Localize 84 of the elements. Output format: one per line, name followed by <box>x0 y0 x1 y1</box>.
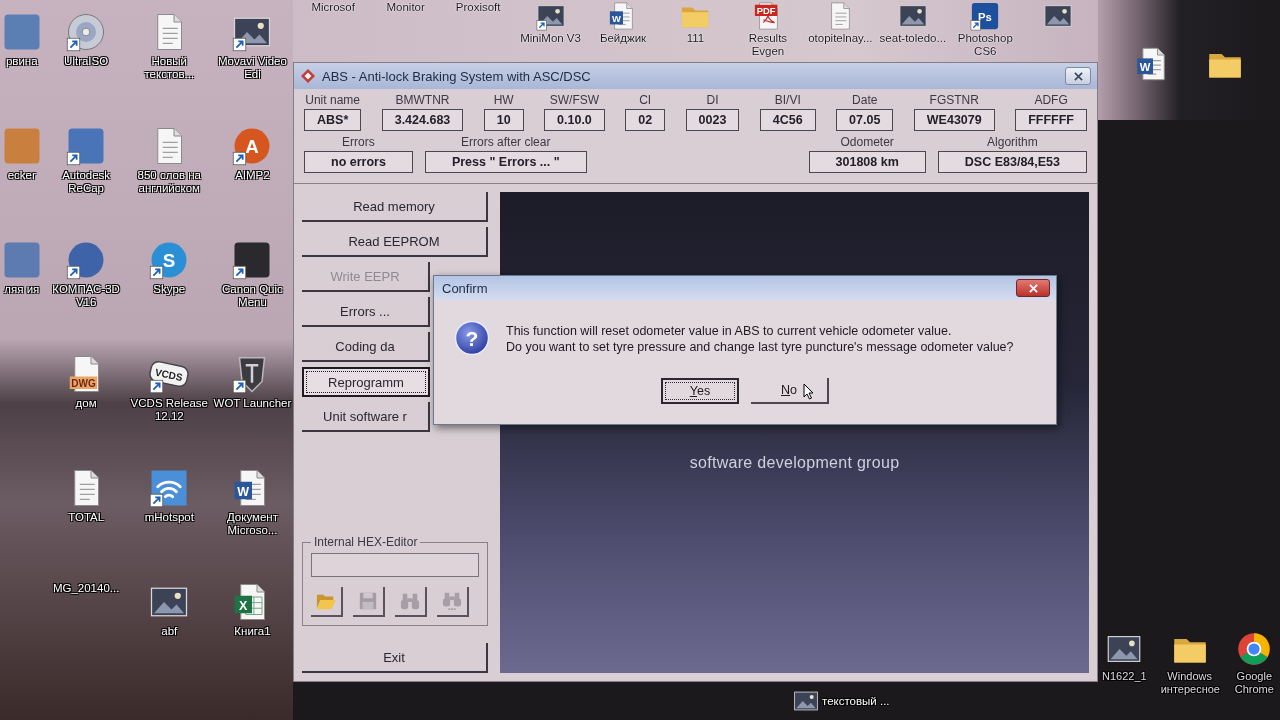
desktop-icon-label[interactable]: seat-toledo... <box>879 32 947 45</box>
desktop-icon-label[interactable]: MG_20140... <box>52 582 120 595</box>
action-button[interactable]: Reprogramm <box>302 367 430 397</box>
app-tile-icon[interactable] <box>66 126 107 166</box>
value-field: WE43079 <box>913 109 995 131</box>
field-label: Date <box>852 93 878 107</box>
desktop-icon-label[interactable]: MiniMon V3 <box>520 32 581 45</box>
desktop-icon-label[interactable]: N1622_1 <box>1102 670 1147 683</box>
field-label: BI/VI <box>774 93 801 107</box>
desktop-icon-label[interactable]: Results Evgen <box>732 32 803 58</box>
desktop-icon-label[interactable]: VCDS Release 12.12 <box>129 397 210 423</box>
desktop-icon-label[interactable]: 111 <box>686 32 705 45</box>
field-label: Algorithm <box>987 135 1038 149</box>
disc-icon[interactable] <box>66 12 107 52</box>
action-button[interactable]: Read EEPROM <box>302 227 488 257</box>
field-label: DI <box>706 93 719 107</box>
desktop-icon-label[interactable]: Бейджик <box>599 32 647 45</box>
ring-logo-icon[interactable] <box>1236 631 1273 667</box>
desktop-icon-label[interactable]: Microsof <box>311 1 355 14</box>
dialog-title: Confirm <box>442 280 488 296</box>
value-field: FFFFFF <box>1015 109 1087 131</box>
desktop-icon-label[interactable]: Google Chrome <box>1232 670 1276 696</box>
exit-button[interactable]: Exit <box>302 643 488 673</box>
desktop-icon-label[interactable]: Windows интересное <box>1160 670 1219 696</box>
field-label: Unit name <box>305 93 360 107</box>
value-field: 4C56 <box>759 109 816 131</box>
value-field: 301808 km <box>808 151 926 173</box>
dialog-button[interactable]: No <box>751 378 829 404</box>
logo-tagline: software development group <box>689 454 900 472</box>
field-label: SW/FSW <box>549 93 600 107</box>
dialog-message: This function will reset odometer value in ABS to current vehicle odometer value. <box>506 323 953 339</box>
desktop-icon-label[interactable]: Proxisoft <box>455 1 501 14</box>
field-label: ADFG <box>1034 93 1068 107</box>
close-icon <box>1028 283 1038 293</box>
desktop-icon-label[interactable]: abf <box>161 625 178 638</box>
binoculars-icon <box>399 591 421 611</box>
field-label: BMWTNR <box>395 93 450 107</box>
desktop-icon-label[interactable]: WOT Launcher <box>213 397 292 410</box>
app-tile-icon[interactable] <box>232 240 273 280</box>
action-button[interactable]: Errors ... <box>302 297 430 327</box>
value-field: Press " Errors ... " <box>424 151 587 173</box>
value-field: 02 <box>625 109 666 131</box>
value-field: 10 <box>483 109 524 131</box>
value-field: ABS* <box>304 109 362 131</box>
value-field: 07.05 <box>836 109 894 131</box>
value-field: 0.10.0 <box>544 109 605 131</box>
dialog-message: Do you want to set tyre pressure and change last tyre puncture's message odometer value? <box>506 339 1014 355</box>
close-button[interactable] <box>1065 67 1091 85</box>
close-button[interactable] <box>1016 279 1050 297</box>
value-field: DSC E83/84,E53 <box>937 151 1087 173</box>
close-icon <box>1073 71 1083 81</box>
desktop-icon-label[interactable]: TOTAL <box>68 511 105 524</box>
desktop-icon-label[interactable]: mHotspot <box>144 511 194 524</box>
action-button[interactable]: Read memory <box>302 192 488 222</box>
value-field: 3.424.683 <box>381 109 464 131</box>
app-tile-icon[interactable]: Ps <box>970 1 1001 31</box>
desktop-icon-label[interactable]: дом <box>75 397 97 410</box>
desktop-icon-label[interactable]: текстовый ... <box>822 694 890 708</box>
field-label: CI <box>639 93 652 107</box>
action-button[interactable]: Unit software r <box>302 402 430 432</box>
field-label: Errors <box>342 135 375 149</box>
value-field: 0023 <box>685 109 740 131</box>
image-thumbnail-icon[interactable] <box>793 688 819 714</box>
desktop-icon-label[interactable]: otopitelnay... <box>808 32 873 45</box>
dialog-button[interactable]: Yes <box>661 378 739 404</box>
mouse-cursor-icon <box>803 383 814 400</box>
field-label: Errors after clear <box>461 135 551 149</box>
group-label: Internal HEX-Editor <box>313 535 419 549</box>
desktop-icon-label[interactable]: Книга1 <box>234 625 271 638</box>
desktop-icon-label[interactable]: Документ Microso... <box>212 511 293 537</box>
question-icon: ? <box>454 320 490 356</box>
value-field: no errors <box>304 151 413 173</box>
wifi-icon[interactable] <box>149 468 190 508</box>
window-title: ABS - Anti-lock Braking System with ASC/DSC <box>322 68 591 84</box>
field-label: FGSTNR <box>929 93 979 107</box>
desktop-icon-label[interactable]: Monitor <box>386 1 425 14</box>
field-label: Odometer <box>840 135 894 149</box>
binoculars-icon <box>441 591 463 611</box>
field-label: HW <box>493 93 514 107</box>
tool-button[interactable] <box>311 587 343 617</box>
hex-input-field[interactable] <box>311 553 479 577</box>
action-button[interactable]: Coding da <box>302 332 430 362</box>
app-logo-icon <box>300 68 316 84</box>
desktop-icon-label[interactable]: Photoshop CS6 <box>950 32 1021 58</box>
